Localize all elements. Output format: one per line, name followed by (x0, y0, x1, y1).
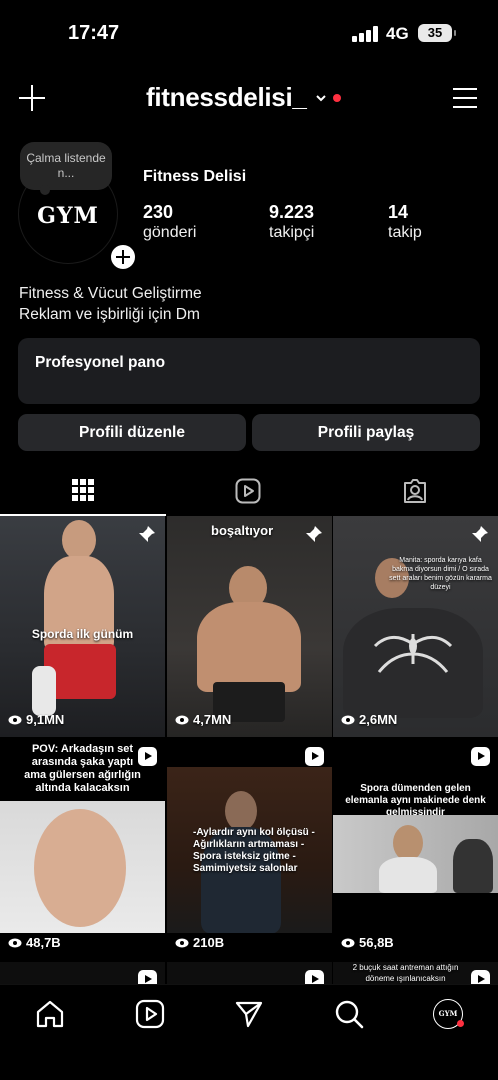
tab-reels[interactable] (166, 466, 332, 516)
bio: Fitness & Vücut Geliştirme Reklam ve işb… (19, 283, 202, 325)
stat-posts: 230 gönderi (143, 202, 196, 242)
stat-value: 9.223 (269, 202, 315, 222)
eye-icon (175, 938, 189, 947)
post-caption: -Aylardır aynı kol ölçüsü -Ağırlıkların … (193, 827, 315, 874)
post-tile[interactable]: Spora dümenden gelen elemanla aynı makin… (333, 739, 498, 960)
pin-icon (472, 526, 488, 542)
create-plus-icon[interactable] (18, 84, 46, 112)
post-tile[interactable]: 2 buçuk saat antreman attığın döneme ışı… (333, 962, 498, 984)
reel-icon (471, 747, 490, 766)
post-thumbnail-figure (62, 520, 96, 560)
bottom-nav: GYM (0, 984, 498, 1080)
view-count: 48,7B (8, 935, 61, 950)
bio-line: Reklam ve işbirliği için Dm (19, 306, 200, 323)
network-type: 4G (386, 24, 409, 43)
avatar-logo-text: GYM (37, 203, 99, 229)
professional-dashboard-label: Profesyonel pano (35, 354, 166, 371)
pin-icon (139, 526, 155, 542)
view-count: 56,8B (341, 935, 394, 950)
profile-tabs (0, 466, 498, 516)
username: fitnessdelisi_ (146, 82, 307, 112)
display-name: Fitness Delisi (143, 168, 247, 185)
reels-icon (235, 478, 261, 504)
view-count: 210B (175, 935, 224, 950)
stat-label: takip (388, 224, 422, 241)
add-story-plus-icon[interactable] (108, 242, 138, 272)
view-count-text: 9,1MN (26, 712, 65, 727)
post-tile[interactable]: Sporda ilk günüm 9,1MN (0, 516, 165, 737)
post-thumbnail-figure (197, 602, 301, 692)
post-thumbnail-towel (32, 666, 56, 716)
status-bar: 17:47 4G 35 (0, 0, 498, 64)
edit-profile-button[interactable]: Profili düzenle (18, 414, 246, 451)
eye-icon (175, 715, 189, 724)
stat-value: 230 (143, 202, 174, 222)
post-thumbnail-figure (225, 791, 257, 831)
view-count-text: 4,7MN (193, 712, 232, 727)
posts-grid: Sporda ilk günüm 9,1MN boşaltıyor 4,7MN … (0, 516, 498, 984)
post-thumbnail-figure (453, 839, 493, 893)
reel-icon (138, 970, 157, 984)
menu-icon[interactable] (453, 88, 477, 108)
status-time: 17:47 (68, 22, 120, 44)
note-bubble[interactable]: Çalma listende n... (20, 142, 112, 195)
direct-message-icon[interactable] (234, 999, 264, 1029)
notification-dot (332, 93, 341, 102)
post-tile[interactable] (167, 962, 332, 984)
stat-label: gönderi (143, 224, 197, 241)
tab-tagged[interactable] (332, 466, 498, 516)
reel-icon (471, 970, 490, 984)
tagged-icon (404, 479, 426, 503)
tab-posts[interactable] (0, 466, 166, 516)
view-count: 9,1MN (8, 712, 64, 727)
view-count-text: 56,8B (359, 935, 394, 950)
battery-icon: 35 (418, 24, 456, 42)
professional-dashboard[interactable]: Profesyonel pano (18, 338, 480, 404)
stat-value: 14 (388, 202, 409, 222)
eye-icon (341, 938, 355, 947)
stat-followers[interactable]: 9.223 takipçi (269, 202, 314, 242)
eye-icon (341, 715, 355, 724)
post-thumbnail-image (333, 815, 498, 893)
stat-label: takipçi (269, 224, 315, 241)
spider-logo-icon (373, 634, 453, 673)
post-tile[interactable]: -Aylardır aynı kol ölçüsü -Ağırlıkların … (167, 739, 332, 960)
reel-icon (138, 747, 157, 766)
post-tile[interactable]: boşaltıyor 4,7MN (167, 516, 332, 737)
post-thumbnail-figure (34, 809, 126, 927)
reels-nav-icon[interactable] (135, 999, 165, 1029)
post-caption: Spora dümenden gelen elemanla aynı makin… (345, 783, 486, 818)
home-icon[interactable] (35, 999, 65, 1029)
notification-dot (457, 1020, 464, 1027)
stat-following[interactable]: 14 takip (388, 202, 422, 242)
view-count-text: 210B (193, 935, 225, 950)
view-count-text: 48,7B (26, 935, 61, 950)
post-tile[interactable]: POV: Arkadaşın set arasında şaka yaptı a… (0, 739, 165, 960)
chevron-down-icon (315, 94, 326, 101)
signal-icon (352, 26, 378, 42)
post-tile[interactable] (0, 962, 165, 984)
account-switcher[interactable]: fitnessdelisi_ (146, 82, 341, 113)
reel-icon (305, 970, 324, 984)
post-thumbnail-image (0, 801, 165, 933)
eye-icon (8, 715, 22, 724)
post-caption: Sporda ilk günüm (31, 627, 134, 641)
search-icon[interactable] (334, 999, 364, 1029)
pin-icon (306, 526, 322, 542)
eye-icon (8, 938, 22, 947)
post-caption: Manita: sporda karıya kafa bakma diyorsu… (389, 557, 492, 591)
post-thumbnail-figure (379, 857, 437, 893)
bio-line: Fitness & Vücut Geliştirme (19, 285, 202, 302)
view-count: 4,7MN (175, 712, 231, 727)
grid-icon (72, 479, 94, 501)
post-tile[interactable]: Manita: sporda karıya kafa bakma diyorsu… (333, 516, 498, 737)
reel-icon (305, 747, 324, 766)
post-thumbnail-figure (393, 825, 423, 861)
view-count-text: 2,6MN (359, 712, 398, 727)
view-count: 2,6MN (341, 712, 397, 727)
share-profile-button[interactable]: Profili paylaş (252, 414, 480, 451)
profile-header: fitnessdelisi_ (0, 74, 498, 122)
